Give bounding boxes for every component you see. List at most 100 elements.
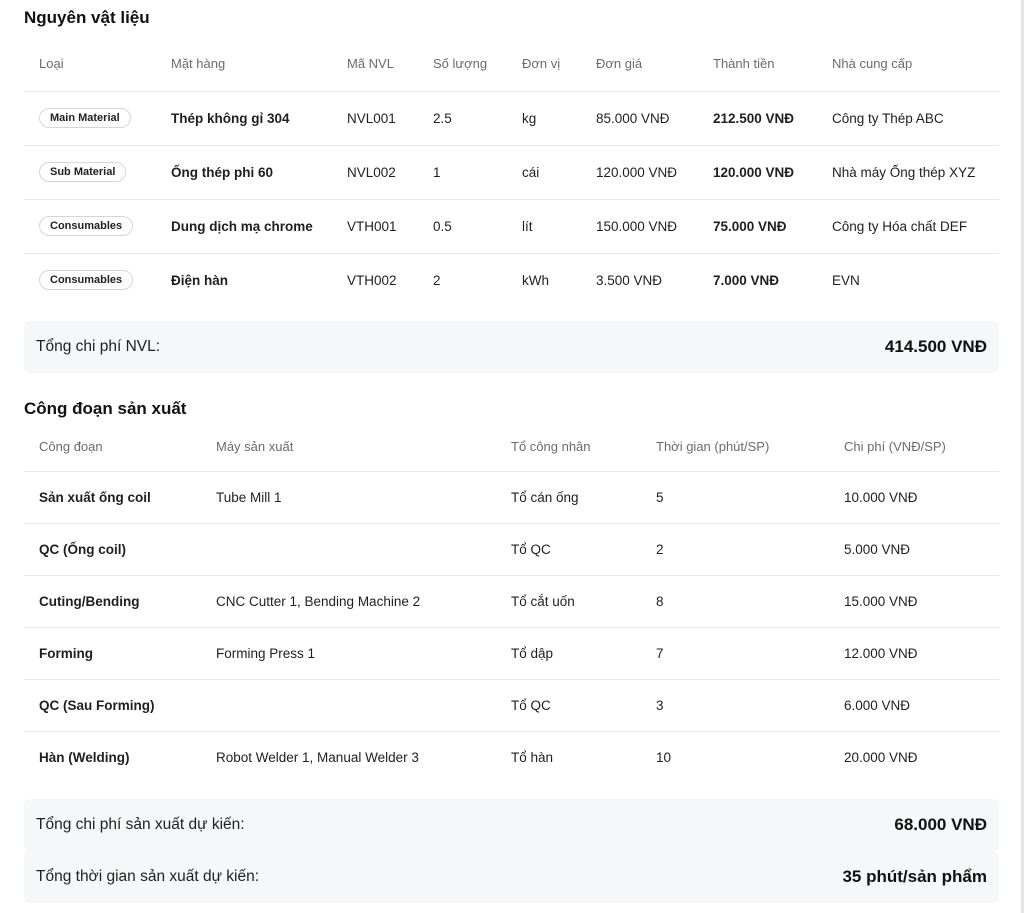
item-price: 150.000 VNĐ	[581, 198, 698, 253]
stage-cost: 15.000 VNĐ	[829, 574, 999, 627]
item-supplier: EVN	[817, 252, 999, 307]
stage-time: 2	[641, 522, 829, 575]
table-row: QC (Sau Forming) Tổ QC 3 6.000 VNĐ	[24, 678, 999, 731]
item-unit: lít	[507, 198, 581, 253]
production-header-row: Công đoạn Máy sản xuất Tổ công nhân Thời…	[24, 423, 999, 471]
col-header-machine: Máy sản xuất	[216, 439, 294, 455]
stage-team: Tổ cán ống	[496, 470, 641, 523]
col-header-price: Đơn giá	[596, 55, 643, 71]
stage-time: 8	[641, 574, 829, 627]
table-row: Forming Forming Press 1 Tổ dập 7 12.000 …	[24, 626, 999, 679]
item-supplier: Công ty Hóa chất DEF	[817, 198, 999, 253]
production-title: Công đoạn sản xuất	[24, 399, 187, 418]
item-qty: 2	[418, 252, 507, 307]
item-price: 120.000 VNĐ	[581, 144, 698, 199]
stage-team: Tổ hàn	[496, 730, 641, 783]
item-code: VTH001	[332, 198, 418, 253]
item-qty: 1	[418, 144, 507, 199]
table-row: Hàn (Welding) Robot Welder 1, Manual Wel…	[24, 730, 999, 783]
item-qty: 0.5	[418, 198, 507, 253]
stage-name: QC (Sau Forming)	[24, 678, 201, 731]
production-cost-value: 68.000 VNĐ	[894, 815, 987, 834]
item-name: Ống thép phi 60	[156, 144, 332, 199]
materials-table: Loại Mặt hàng Mã NVL Số lượng Đơn vị Đơn…	[24, 36, 999, 307]
content: Nguyên vật liệu Loại Mặt hàng Mã NVL Số …	[24, 0, 999, 903]
col-header-cost: Chi phí (VNĐ/SP)	[844, 439, 946, 455]
item-unit: cái	[507, 144, 581, 199]
stage-machine: CNC Cutter 1, Bending Machine 2	[201, 574, 496, 627]
col-header-supplier: Nhà cung cấp	[832, 55, 913, 71]
stage-machine: Robot Welder 1, Manual Welder 3	[201, 730, 496, 783]
table-row: Main Material Thép không gỉ 304 NVL001 2…	[24, 90, 999, 145]
stage-time: 3	[641, 678, 829, 731]
stage-name: Cuting/Bending	[24, 574, 201, 627]
production-time-label: Tổng thời gian sản xuất dự kiến:	[36, 868, 260, 885]
table-row: QC (Ống coil) Tổ QC 2 5.000 VNĐ	[24, 522, 999, 575]
stage-name: QC (Ống coil)	[24, 522, 201, 575]
materials-summary: Tổng chi phí NVL: 414.500 VNĐ	[24, 321, 999, 373]
item-price: 85.000 VNĐ	[581, 90, 698, 145]
item-total: 212.500 VNĐ	[698, 90, 817, 145]
materials-summary-label: Tổng chi phí NVL:	[36, 338, 161, 355]
stage-cost: 6.000 VNĐ	[829, 678, 999, 731]
stage-team: Tổ QC	[496, 678, 641, 731]
table-row: Consumables Điện hàn VTH002 2 kWh 3.500 …	[24, 252, 999, 307]
col-header-unit: Đơn vị	[522, 55, 561, 71]
stage-team: Tổ cắt uốn	[496, 574, 641, 627]
materials-header-row: Loại Mặt hàng Mã NVL Số lượng Đơn vị Đơn…	[24, 36, 999, 91]
stage-machine	[201, 522, 496, 575]
item-total: 120.000 VNĐ	[698, 144, 817, 199]
production-cost-label: Tổng chi phí sản xuất dự kiến:	[36, 816, 245, 833]
item-name: Thép không gỉ 304	[156, 90, 332, 145]
table-row: Sản xuất ống coil Tube Mill 1 Tổ cán ống…	[24, 470, 999, 523]
item-price: 3.500 VNĐ	[581, 252, 698, 307]
stage-cost: 10.000 VNĐ	[829, 470, 999, 523]
materials-summary-value: 414.500 VNĐ	[884, 337, 987, 356]
stage-cost: 5.000 VNĐ	[829, 522, 999, 575]
col-header-team: Tổ công nhân	[511, 439, 591, 455]
stage-time: 5	[641, 470, 829, 523]
item-code: NVL002	[332, 144, 418, 199]
type-badge: Main Material	[39, 108, 131, 128]
item-name: Điện hàn	[156, 252, 332, 307]
production-time-value: 35 phút/sản phẩm	[842, 867, 987, 886]
stage-time: 10	[641, 730, 829, 783]
item-name: Dung dịch mạ chrome	[156, 198, 332, 253]
stage-time: 7	[641, 626, 829, 679]
item-unit: kWh	[507, 252, 581, 307]
stage-machine	[201, 678, 496, 731]
type-badge: Consumables	[39, 216, 134, 236]
col-header-time: Thời gian (phút/SP)	[656, 439, 770, 455]
production-time-summary: Tổng thời gian sản xuất dự kiến: 35 phút…	[24, 851, 999, 903]
col-header-total: Thành tiền	[713, 55, 775, 71]
production-cost-summary: Tổng chi phí sản xuất dự kiến: 68.000 VN…	[24, 799, 999, 851]
item-qty: 2.5	[418, 90, 507, 145]
item-unit: kg	[507, 90, 581, 145]
col-header-code: Mã NVL	[347, 55, 394, 71]
type-badge: Consumables	[39, 270, 134, 291]
table-row: Cuting/Bending CNC Cutter 1, Bending Mac…	[24, 574, 999, 627]
item-total: 7.000 VNĐ	[698, 252, 817, 307]
production-table: Công đoạn Máy sản xuất Tổ công nhân Thời…	[24, 423, 999, 783]
item-supplier: Nhà máy Ống thép XYZ	[817, 144, 999, 199]
stage-name: Hàn (Welding)	[24, 730, 201, 783]
stage-cost: 12.000 VNĐ	[829, 626, 999, 679]
table-row: Consumables Dung dịch mạ chrome VTH001 0…	[24, 198, 999, 253]
table-row: Sub Material Ống thép phi 60 NVL002 1 cá…	[24, 144, 999, 199]
stage-team: Tổ QC	[496, 522, 641, 575]
item-total: 75.000 VNĐ	[698, 198, 817, 253]
stage-machine: Forming Press 1	[201, 626, 496, 679]
item-supplier: Công ty Thép ABC	[817, 90, 999, 145]
stage-name: Forming	[24, 626, 201, 679]
col-header-item: Mặt hàng	[171, 55, 226, 71]
stage-name: Sản xuất ống coil	[24, 470, 201, 523]
col-header-type: Loại	[39, 55, 64, 71]
item-code: NVL001	[332, 90, 418, 145]
stage-machine: Tube Mill 1	[201, 470, 496, 523]
stage-cost: 20.000 VNĐ	[829, 730, 999, 783]
item-code: VTH002	[332, 252, 418, 307]
stage-team: Tổ dập	[496, 626, 641, 679]
type-badge: Sub Material	[39, 162, 127, 182]
col-header-qty: Số lượng	[433, 55, 488, 71]
materials-title: Nguyên vật liệu	[24, 8, 150, 27]
